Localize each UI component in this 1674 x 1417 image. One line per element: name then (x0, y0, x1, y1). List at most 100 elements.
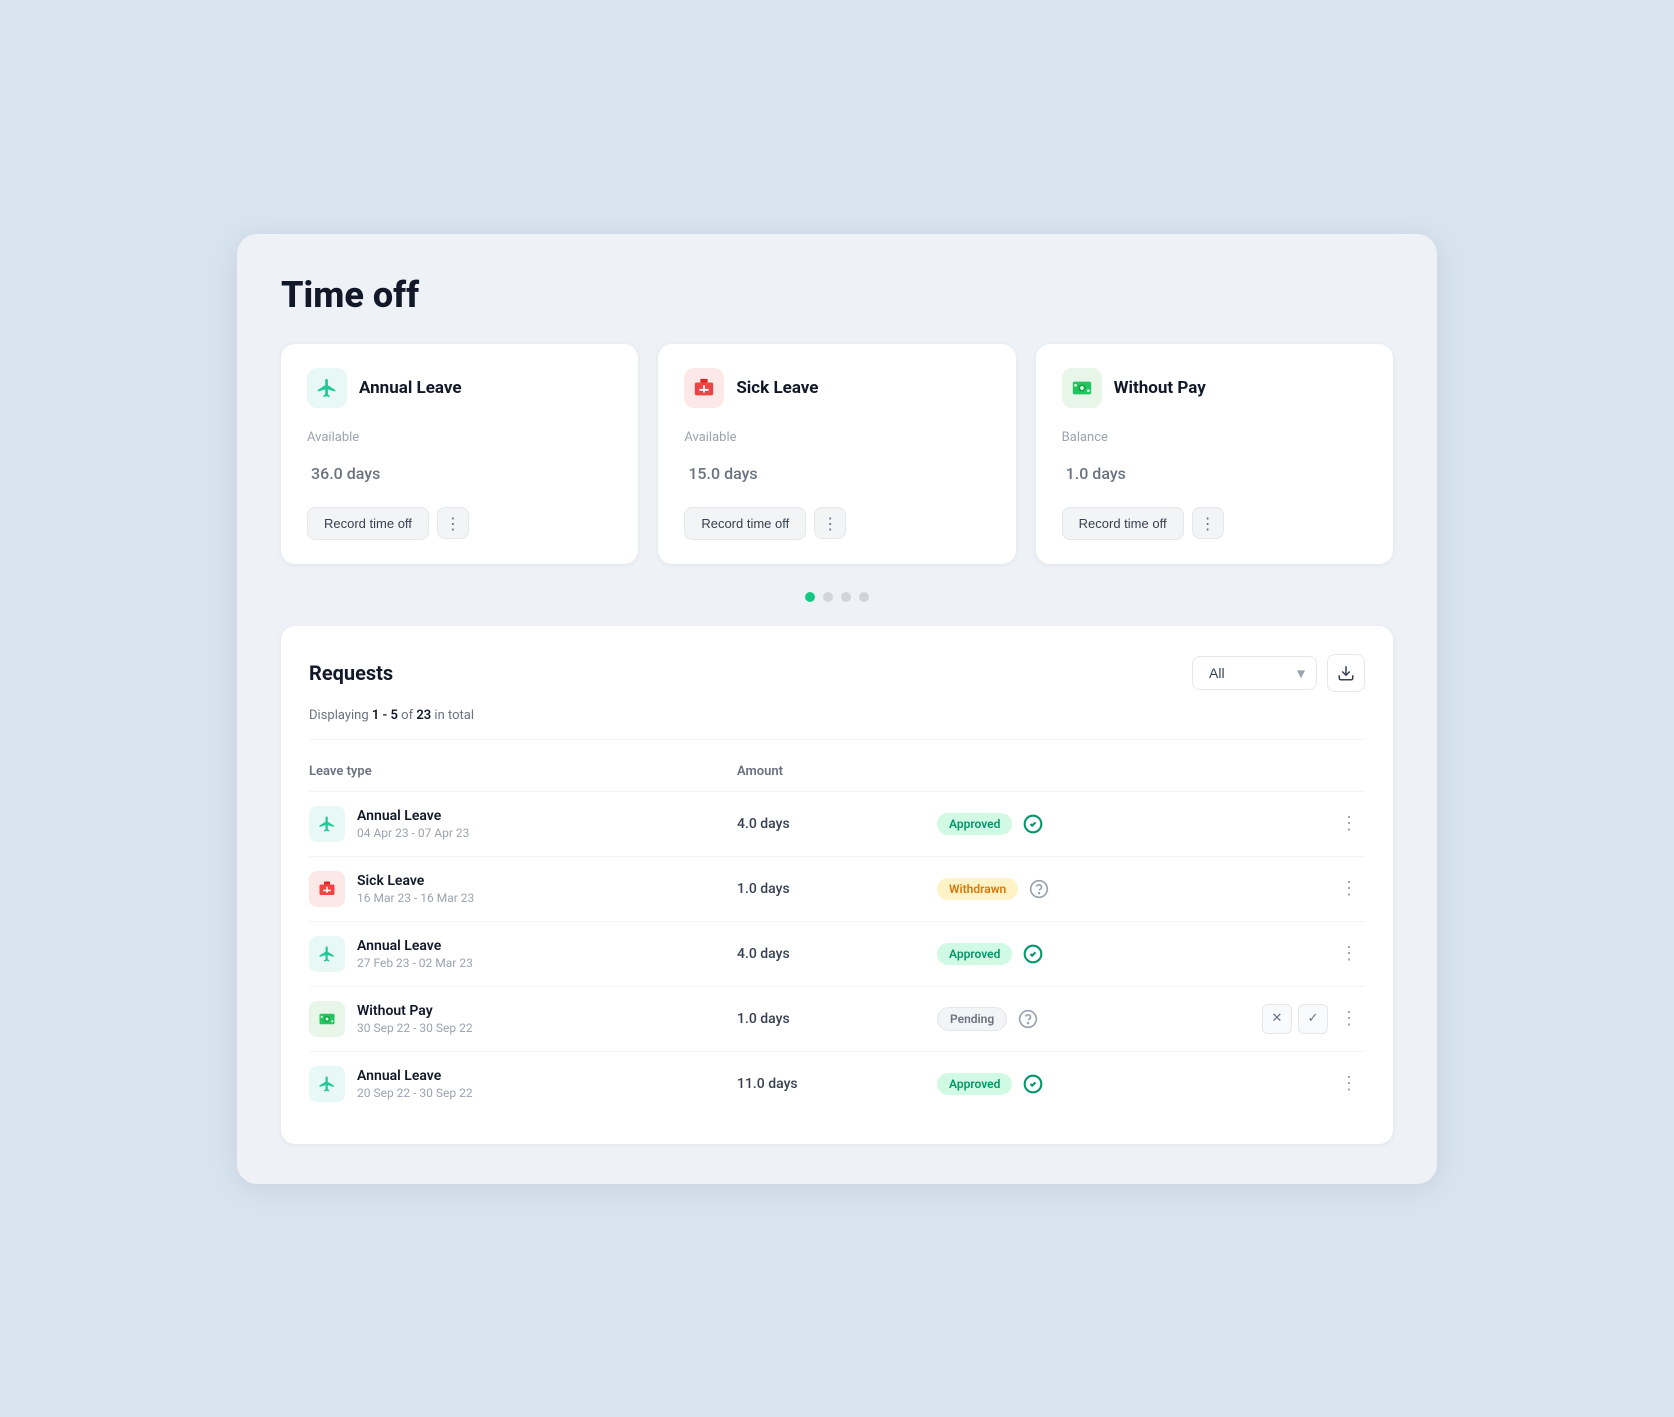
sick-leave-card-header: Sick Leave (684, 368, 989, 408)
without-pay-label: Balance (1062, 430, 1367, 445)
row-more-btn-4[interactable]: ⋮ (1334, 1006, 1365, 1032)
status-badge-3: Approved (937, 943, 1012, 965)
annual-leave-label: Available (307, 430, 612, 445)
leave-cards-row: Annual Leave Available 36.0days Record t… (281, 344, 1393, 564)
annual-leave-card-title: Annual Leave (359, 378, 462, 398)
col-header-amount: Amount (737, 764, 937, 779)
row-leave-info-2: Sick Leave 16 Mar 23 - 16 Mar 23 (309, 871, 737, 907)
row-leave-name-3: Annual Leave (357, 938, 473, 954)
row-amount-2: 1.0 days (737, 881, 937, 897)
status-badge-5: Approved (937, 1073, 1012, 1095)
table-row: Annual Leave 27 Feb 23 - 02 Mar 23 4.0 d… (309, 921, 1365, 986)
filter-select-wrapper: All Approved Pending Withdrawn (1192, 656, 1317, 690)
page-title: Time off (281, 274, 1393, 316)
requests-filter: All Approved Pending Withdrawn (1192, 654, 1365, 692)
row-more-btn-5[interactable]: ⋮ (1334, 1071, 1365, 1097)
requests-panel: Requests All Approved Pending Withdrawn (281, 626, 1393, 1144)
row-icon-sick-2 (309, 871, 345, 907)
status-icon-1 (1022, 813, 1044, 835)
without-pay-icon (1062, 368, 1102, 408)
annual-leave-actions: Record time off ⋮ (307, 507, 612, 540)
row-icon-annual-1 (309, 806, 345, 842)
dot-1[interactable] (805, 592, 815, 602)
requests-header: Requests All Approved Pending Withdrawn (309, 654, 1365, 692)
table-header: Leave type Amount (309, 756, 1365, 787)
col-header-leave-type: Leave type (309, 764, 737, 779)
sick-leave-card: Sick Leave Available 15.0days Record tim… (658, 344, 1015, 564)
without-pay-card: Without Pay Balance 1.0days Record time … (1036, 344, 1393, 564)
dot-4[interactable] (859, 592, 869, 602)
status-badge-1: Approved (937, 813, 1012, 835)
row-more-btn-3[interactable]: ⋮ (1334, 941, 1365, 967)
row-status-area-3: Approved ⋮ (937, 941, 1365, 967)
dot-2[interactable] (823, 592, 833, 602)
status-icon-2 (1028, 878, 1050, 900)
annual-more-btn[interactable]: ⋮ (437, 507, 469, 539)
row-amount-3: 4.0 days (737, 946, 937, 962)
sick-leave-card-title: Sick Leave (736, 378, 818, 398)
row-leave-info-4: Without Pay 30 Sep 22 - 30 Sep 22 (309, 1001, 737, 1037)
requests-title: Requests (309, 661, 393, 685)
table-row: Annual Leave 04 Apr 23 - 07 Apr 23 4.0 d… (309, 791, 1365, 856)
row-amount-4: 1.0 days (737, 1011, 937, 1027)
row-leave-date-5: 20 Sep 22 - 30 Sep 22 (357, 1086, 473, 1100)
reject-btn-4[interactable]: ✕ (1262, 1004, 1292, 1034)
status-badge-4: Pending (937, 1007, 1007, 1031)
row-status-area-5: Approved ⋮ (937, 1071, 1365, 1097)
row-leave-date-3: 27 Feb 23 - 02 Mar 23 (357, 956, 473, 970)
row-leave-date-4: 30 Sep 22 - 30 Sep 22 (357, 1021, 473, 1035)
dot-3[interactable] (841, 592, 851, 602)
sick-leave-actions: Record time off ⋮ (684, 507, 989, 540)
row-leave-name-2: Sick Leave (357, 873, 474, 889)
sick-more-btn[interactable]: ⋮ (814, 507, 846, 539)
row-leave-name-4: Without Pay (357, 1003, 473, 1019)
table-row: Sick Leave 16 Mar 23 - 16 Mar 23 1.0 day… (309, 856, 1365, 921)
annual-leave-icon (307, 368, 347, 408)
col-header-status (937, 764, 1365, 779)
pay-more-btn[interactable]: ⋮ (1192, 507, 1224, 539)
row-icon-pay-4 (309, 1001, 345, 1037)
row-leave-info-3: Annual Leave 27 Feb 23 - 02 Mar 23 (309, 936, 737, 972)
without-pay-card-header: Without Pay (1062, 368, 1367, 408)
row-status-area-2: Withdrawn ⋮ (937, 876, 1365, 902)
without-pay-card-title: Without Pay (1114, 378, 1206, 398)
sick-record-btn[interactable]: Record time off (684, 507, 806, 540)
table-row: Annual Leave 20 Sep 22 - 30 Sep 22 11.0 … (309, 1051, 1365, 1116)
main-container: Time off Annual Leave Available 36.0days… (237, 234, 1437, 1184)
status-icon-3 (1022, 943, 1044, 965)
download-btn[interactable] (1327, 654, 1365, 692)
row-leave-date-2: 16 Mar 23 - 16 Mar 23 (357, 891, 474, 905)
sick-leave-icon (684, 368, 724, 408)
row-amount-5: 11.0 days (737, 1076, 937, 1092)
annual-leave-card: Annual Leave Available 36.0days Record t… (281, 344, 638, 564)
sick-leave-label: Available (684, 430, 989, 445)
without-pay-value: 1.0days (1062, 449, 1367, 487)
approve-btn-4[interactable]: ✓ (1298, 1004, 1328, 1034)
table-row: Without Pay 30 Sep 22 - 30 Sep 22 1.0 da… (309, 986, 1365, 1051)
row-actions-4: ✕ ✓ ⋮ (1262, 1004, 1365, 1034)
row-status-area-4: Pending ✕ ✓ ⋮ (937, 1004, 1365, 1034)
row-amount-1: 4.0 days (737, 816, 937, 832)
sick-leave-value: 15.0days (684, 449, 989, 487)
row-leave-info-5: Annual Leave 20 Sep 22 - 30 Sep 22 (309, 1066, 737, 1102)
row-leave-info-1: Annual Leave 04 Apr 23 - 07 Apr 23 (309, 806, 737, 842)
row-status-area-1: Approved ⋮ (937, 811, 1365, 837)
row-more-btn-1[interactable]: ⋮ (1334, 811, 1365, 837)
without-pay-actions: Record time off ⋮ (1062, 507, 1367, 540)
filter-select[interactable]: All Approved Pending Withdrawn (1192, 656, 1317, 690)
row-leave-name-1: Annual Leave (357, 808, 469, 824)
row-more-btn-2[interactable]: ⋮ (1334, 876, 1365, 902)
row-icon-annual-3 (309, 936, 345, 972)
carousel-dots (281, 592, 1393, 602)
status-icon-5 (1022, 1073, 1044, 1095)
status-badge-2: Withdrawn (937, 878, 1018, 900)
displaying-text: Displaying 1 - 5 of 23 in total (309, 708, 1365, 740)
row-icon-annual-5 (309, 1066, 345, 1102)
annual-leave-card-header: Annual Leave (307, 368, 612, 408)
annual-record-btn[interactable]: Record time off (307, 507, 429, 540)
row-leave-date-1: 04 Apr 23 - 07 Apr 23 (357, 826, 469, 840)
status-icon-4 (1017, 1008, 1039, 1030)
annual-leave-value: 36.0days (307, 449, 612, 487)
row-leave-name-5: Annual Leave (357, 1068, 473, 1084)
pay-record-btn[interactable]: Record time off (1062, 507, 1184, 540)
